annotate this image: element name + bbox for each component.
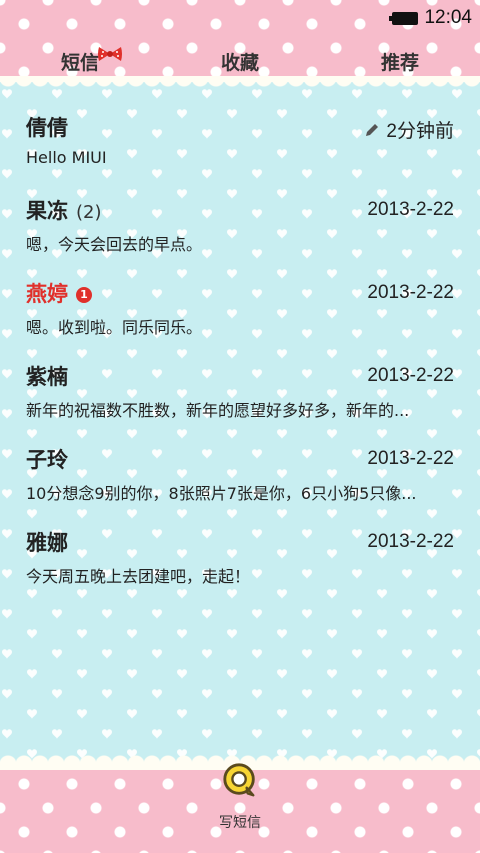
- lace-scallop-top: [0, 78, 480, 94]
- conversation-date: 2013-2-22: [367, 282, 454, 303]
- message-count: (2): [76, 202, 102, 223]
- clock: 12:04: [424, 7, 472, 28]
- contact-name: 倩倩: [26, 116, 68, 140]
- bow-icon: [98, 47, 122, 61]
- message-snippet: 嗯。收到啦。同乐同乐。: [26, 318, 203, 337]
- message-snippet: Hello MIUI: [26, 148, 107, 167]
- compose-button[interactable]: 写短信: [210, 762, 270, 832]
- battery-icon: [389, 11, 419, 25]
- message-snippet: 新年的祝福数不胜数，新年的愿望好多好多，新年的...: [26, 401, 410, 420]
- conversation-area: 倩倩 2分钟前 Hello MIUI 果冻 (2) 2013-2-22 嗯，今天会…: [0, 82, 480, 762]
- contact-name: 雅娜: [26, 531, 68, 555]
- draft-pencil-icon: [366, 123, 379, 136]
- conversation-item[interactable]: 雅娜 2013-2-22 今天周五晚上去团建吧，走起！: [0, 519, 480, 602]
- unread-badge: 1: [76, 287, 92, 303]
- contact-name: 子玲: [26, 448, 68, 472]
- contact-name: 燕婷 1: [26, 278, 92, 308]
- compose-bubble-icon: [223, 763, 255, 797]
- message-snippet: 嗯，今天会回去的早点。: [26, 235, 203, 254]
- conversation-item[interactable]: 果冻 (2) 2013-2-22 嗯，今天会回去的早点。: [0, 187, 480, 270]
- compose-label: 写短信: [219, 815, 261, 831]
- status-bar: 12:04: [0, 0, 480, 36]
- contact-name: 紫楠: [26, 365, 68, 389]
- conversation-date: 2013-2-22: [367, 199, 454, 220]
- conversation-date: 2013-2-22: [367, 365, 454, 386]
- conversation-date: 2013-2-22: [367, 448, 454, 469]
- conversation-list: 倩倩 2分钟前 Hello MIUI 果冻 (2) 2013-2-22 嗯，今天会…: [0, 104, 480, 602]
- message-snippet: 10分想念9别的你，8张照片7张是你，6只小狗5只像...: [26, 484, 417, 503]
- contact-name: 果冻 (2): [26, 199, 102, 223]
- conversation-item[interactable]: 子玲 2013-2-22 10分想念9别的你，8张照片7张是你，6只小狗5只像.…: [0, 436, 480, 519]
- conversation-item[interactable]: 紫楠 2013-2-22 新年的祝福数不胜数，新年的愿望好多好多，新年的...: [0, 353, 480, 436]
- conversation-date: 2013-2-22: [367, 531, 454, 552]
- message-snippet: 今天周五晚上去团建吧，走起！: [26, 567, 251, 586]
- conversation-item[interactable]: 倩倩 2分钟前 Hello MIUI: [0, 104, 480, 187]
- conversation-date: 2分钟前: [364, 116, 454, 143]
- conversation-item[interactable]: 燕婷 1 2013-2-22 嗯。收到啦。同乐同乐。: [0, 270, 480, 353]
